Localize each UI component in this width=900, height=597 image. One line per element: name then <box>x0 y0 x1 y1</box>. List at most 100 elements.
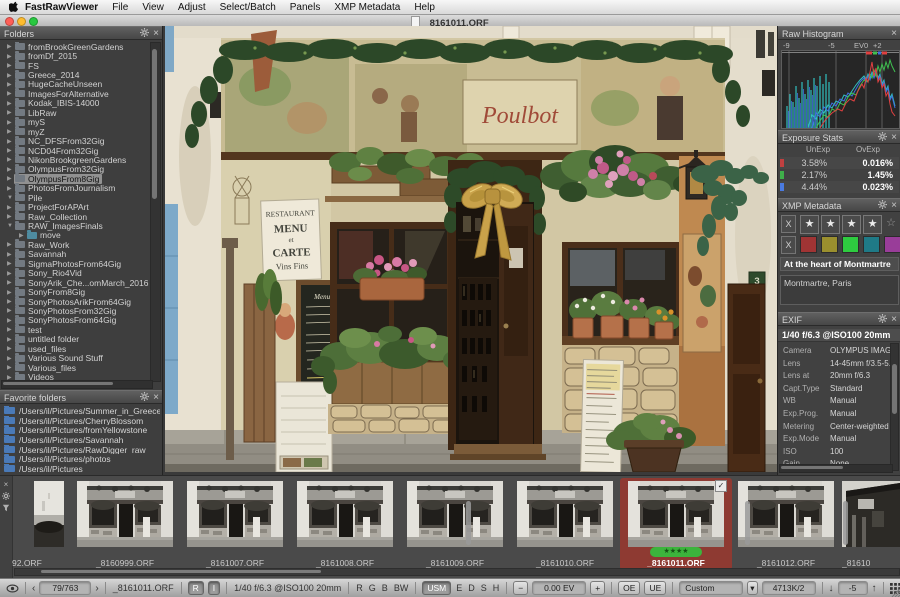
color-label-swatch[interactable] <box>800 236 817 253</box>
filmstrip-scrollbar[interactable] <box>14 568 900 576</box>
color-label-swatch[interactable] <box>821 236 838 253</box>
chevron-right-icon[interactable]: ▶ <box>7 138 14 145</box>
color-label-swatch[interactable] <box>884 236 900 253</box>
folder-item[interactable]: ▶SonyPhotosArikFrom64Gig <box>0 297 152 306</box>
folders-horizontal-scrollbar[interactable] <box>1 380 153 389</box>
color-label-swatch[interactable] <box>863 236 880 253</box>
channel-bw[interactable]: BW <box>394 583 409 593</box>
folders-vertical-scrollbar[interactable] <box>150 42 161 382</box>
resize-grip[interactable] <box>890 587 900 597</box>
chevron-right-icon[interactable]: ▶ <box>7 355 14 362</box>
gear-icon[interactable] <box>878 199 887 213</box>
gear-icon[interactable] <box>140 391 149 405</box>
r-toggle-button[interactable]: R <box>188 581 204 595</box>
rating-adjust-field[interactable]: -5 <box>838 581 868 595</box>
folder-item[interactable]: ▶SonyFrom8Gig <box>0 287 152 296</box>
ev-field[interactable]: 0.00 EV <box>532 581 586 595</box>
ue-button[interactable]: UE <box>644 581 666 595</box>
ev-plus-button[interactable]: + <box>590 581 605 595</box>
xmp-description-field[interactable]: Montmartre, Paris <box>780 275 899 305</box>
folder-item[interactable]: ▶ImagesForAlternative <box>0 89 152 98</box>
channel-b[interactable]: B <box>382 583 388 593</box>
thumbnail-image[interactable] <box>77 481 173 552</box>
star-icon[interactable]: ★ <box>821 215 840 234</box>
close-icon[interactable]: × <box>891 201 897 211</box>
folder-item[interactable]: ▶Raw_Work <box>0 240 152 249</box>
chevron-right-icon[interactable]: ▶ <box>7 364 14 371</box>
exif-vertical-scrollbar[interactable] <box>890 343 899 471</box>
chevron-right-icon[interactable]: ▶ <box>7 156 14 163</box>
thumbnail-image[interactable] <box>34 481 64 552</box>
thumbnail[interactable]: _8161010.ORF <box>512 478 618 570</box>
folder-item[interactable]: ▶OlympusFrom32Gig <box>0 165 152 174</box>
rating-up-arrow[interactable]: ↑ <box>872 583 877 594</box>
folder-item[interactable]: ▶SigmaPhotosFrom64Gig <box>0 259 152 268</box>
chevron-right-icon[interactable]: ▶ <box>7 53 14 60</box>
prev-image-button[interactable]: ‹ <box>32 583 35 594</box>
thumbnail[interactable]: _8161007.ORF <box>182 478 288 570</box>
thumbnail-image[interactable] <box>628 481 724 552</box>
thumbnail[interactable]: _81610 <box>842 478 900 570</box>
favorite-folder-item[interactable]: /Users/il/Pictures/Savannah <box>0 435 160 445</box>
chevron-right-icon[interactable]: ▶ <box>7 166 14 173</box>
chevron-right-icon[interactable]: ▶ <box>7 43 14 50</box>
folder-item[interactable]: ▶myS <box>0 118 152 127</box>
folder-item[interactable]: ▶move <box>0 231 152 240</box>
selected-checkbox[interactable]: ✓ <box>715 480 727 492</box>
folder-item[interactable]: ▶SonyPhotosFrom32Gig <box>0 306 152 315</box>
filter-icon[interactable] <box>1 504 11 514</box>
mode-e[interactable]: E <box>456 583 462 593</box>
close-icon[interactable]: × <box>891 133 897 143</box>
folder-item[interactable]: ▶Various Sound Stuff <box>0 353 152 362</box>
thumbnail-image[interactable] <box>738 481 834 552</box>
gear-icon[interactable] <box>878 131 887 145</box>
chevron-right-icon[interactable]: ▶ <box>7 185 14 192</box>
filmstrip-grip[interactable] <box>745 501 750 545</box>
chevron-right-icon[interactable]: ▶ <box>7 119 14 126</box>
menu-item-xmp-metadata[interactable]: XMP Metadata <box>334 2 400 13</box>
wb-preset-dropdown[interactable]: Custom <box>679 581 743 595</box>
image-viewer[interactable]: Poulbot RESTAURANT MENU et CARTE <box>163 26 778 475</box>
thumbnail[interactable]: _8161009.ORF <box>402 478 508 570</box>
menu-item-panels[interactable]: Panels <box>290 2 321 13</box>
chevron-right-icon[interactable]: ▶ <box>7 336 14 343</box>
folder-item[interactable]: ▼RAW_ImagesFinals <box>0 221 152 230</box>
i-toggle-button[interactable]: I <box>208 581 220 595</box>
favorite-folder-item[interactable]: /Users/il/Pictures/RawDigger_raw <box>0 445 160 455</box>
chevron-right-icon[interactable]: ▶ <box>7 260 14 267</box>
color-label-swatch[interactable] <box>842 236 859 253</box>
chevron-right-icon[interactable]: ▶ <box>19 232 26 239</box>
favorite-folder-item[interactable]: /Users/il/Pictures/fromYellowstone <box>0 425 160 435</box>
star-icon[interactable]: ☆ <box>884 215 898 232</box>
folder-item[interactable]: ▶NC_DFSFrom32Gig <box>0 136 152 145</box>
chevron-right-icon[interactable]: ▶ <box>7 100 14 107</box>
menu-item-help[interactable]: Help <box>414 2 435 13</box>
folder-item[interactable]: ▶Savannah <box>0 250 152 259</box>
chevron-right-icon[interactable]: ▶ <box>7 204 14 211</box>
oe-button[interactable]: OE <box>618 581 640 595</box>
thumbnail-image[interactable] <box>407 481 503 552</box>
chevron-right-icon[interactable]: ▶ <box>7 289 14 296</box>
chevron-right-icon[interactable]: ▶ <box>7 270 14 277</box>
chevron-right-icon[interactable]: ▶ <box>7 128 14 135</box>
chevron-right-icon[interactable]: ▶ <box>7 175 14 182</box>
thumbnail[interactable]: ★★★★✓_8161011.ORF <box>620 478 732 570</box>
chevron-right-icon[interactable]: ▶ <box>7 213 14 220</box>
close-icon[interactable]: × <box>891 315 897 325</box>
folder-item[interactable]: ▶myZ <box>0 127 152 136</box>
chevron-right-icon[interactable]: ▶ <box>7 81 14 88</box>
chevron-right-icon[interactable]: ▶ <box>7 90 14 97</box>
menu-item-fastrawviewer[interactable]: FastRawViewer <box>25 2 98 13</box>
folder-item[interactable]: ▶PhotosFromJournalism <box>0 184 152 193</box>
menu-item-view[interactable]: View <box>142 2 164 13</box>
chevron-down-icon[interactable]: ▼ <box>7 223 14 229</box>
channel-g[interactable]: G <box>369 583 376 593</box>
favorite-folder-item[interactable]: /Users/il/Pictures/CherryBlossom <box>0 416 160 426</box>
folder-item[interactable]: ▶FS <box>0 61 152 70</box>
rating-down-arrow[interactable]: ↓ <box>829 583 834 594</box>
folder-item[interactable]: ▶Kodak_IBIS-14000 <box>0 99 152 108</box>
gear-icon[interactable] <box>1 492 11 502</box>
folder-item[interactable]: ▼Pile <box>0 193 152 202</box>
chevron-right-icon[interactable]: ▶ <box>7 62 14 69</box>
apple-menu-icon[interactable] <box>9 1 19 13</box>
